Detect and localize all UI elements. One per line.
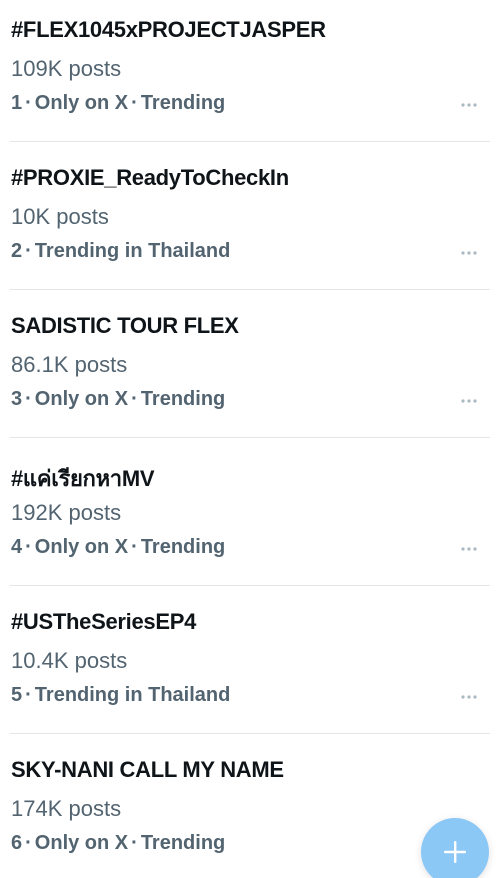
trend-post-count: 10.4K posts — [11, 648, 128, 673]
trend-rank: 6 — [11, 832, 23, 854]
trend-category: Trending — [140, 536, 226, 558]
meta-separator: · — [25, 388, 32, 410]
trend-meta: 3 · Only on X · Trending — [11, 388, 225, 411]
trend-meta: 2 · Trending in Thailand — [11, 240, 230, 263]
trend-name: #FLEX1045xPROJECTJASPER — [11, 17, 326, 42]
trend-post-count: 86.1K posts — [11, 352, 128, 377]
more-options-button[interactable] — [458, 537, 480, 561]
more-options-button[interactable] — [458, 93, 480, 117]
trend-rank: 3 — [11, 388, 23, 410]
divider — [10, 585, 490, 586]
compose-button[interactable] — [421, 818, 489, 878]
trend-name: SADISTIC TOUR FLEX — [11, 313, 239, 338]
more-horizontal-icon — [461, 399, 477, 403]
meta-separator: · — [131, 832, 138, 854]
more-horizontal-icon — [461, 103, 477, 107]
more-horizontal-icon — [461, 251, 477, 255]
trend-context: Trending in Thailand — [34, 684, 231, 706]
trend-context: Only on X — [34, 536, 129, 558]
trend-meta: 4 · Only on X · Trending — [11, 536, 225, 559]
trend-name: #PROXIE_ReadyToCheckIn — [11, 165, 289, 190]
trend-rank: 5 — [11, 684, 23, 706]
trend-rank: 2 — [11, 240, 23, 262]
trend-rank: 4 — [11, 536, 23, 558]
trends-list: #FLEX1045xPROJECTJASPER 109K posts 1 · Onl… — [0, 0, 500, 878]
more-horizontal-icon — [461, 695, 477, 699]
meta-separator: · — [131, 388, 138, 410]
meta-separator: · — [131, 536, 138, 558]
more-options-button[interactable] — [458, 685, 480, 709]
trend-context: Only on X — [34, 92, 129, 114]
trend-item[interactable]: SADISTIC TOUR FLEX 86.1K posts 3 · Only on… — [0, 296, 500, 444]
trend-context: Trending in Thailand — [34, 240, 231, 262]
trend-post-count: 109K posts — [11, 56, 122, 81]
trend-meta: 6 · Only on X · Trending — [11, 832, 225, 855]
meta-separator: · — [25, 684, 32, 706]
trend-category: Trending — [140, 832, 226, 854]
plus-icon — [444, 841, 466, 863]
meta-separator: · — [25, 536, 32, 558]
trend-item[interactable]: #FLEX1045xPROJECTJASPER 109K posts 1 · Onl… — [0, 0, 500, 148]
more-options-button[interactable] — [458, 241, 480, 265]
meta-separator: · — [25, 832, 32, 854]
trend-name: #แค่เรียกหาMV — [11, 466, 155, 491]
trend-category: Trending — [140, 388, 226, 410]
trend-item[interactable]: #USTheSeriesEP4 10.4K posts 5 · Trending i… — [0, 592, 500, 740]
trend-post-count: 10K posts — [11, 204, 109, 229]
trend-item[interactable]: #แค่เรียกหาMV 192K posts 4 · Only on X · Tre… — [0, 444, 500, 592]
trend-meta: 5 · Trending in Thailand — [11, 684, 230, 707]
divider — [10, 437, 490, 438]
more-options-button[interactable] — [458, 389, 480, 413]
trend-name: #USTheSeriesEP4 — [11, 609, 197, 634]
trend-meta: 1 · Only on X · Trending — [11, 92, 225, 115]
divider — [10, 733, 490, 734]
trend-post-count: 174K posts — [11, 796, 122, 821]
trend-context: Only on X — [34, 388, 129, 410]
meta-separator: · — [131, 92, 138, 114]
meta-separator: · — [25, 240, 32, 262]
divider — [10, 289, 490, 290]
trend-category: Trending — [140, 92, 226, 114]
more-horizontal-icon — [461, 547, 477, 551]
trend-context: Only on X — [34, 832, 129, 854]
trend-post-count: 192K posts — [11, 500, 122, 525]
meta-separator: · — [25, 92, 32, 114]
trend-rank: 1 — [11, 92, 23, 114]
trend-item[interactable]: #PROXIE_ReadyToCheckIn 10K posts 2 · Trend… — [0, 148, 500, 296]
trend-name: SKY-NANI CALL MY NAME — [11, 757, 284, 782]
divider — [10, 141, 490, 142]
